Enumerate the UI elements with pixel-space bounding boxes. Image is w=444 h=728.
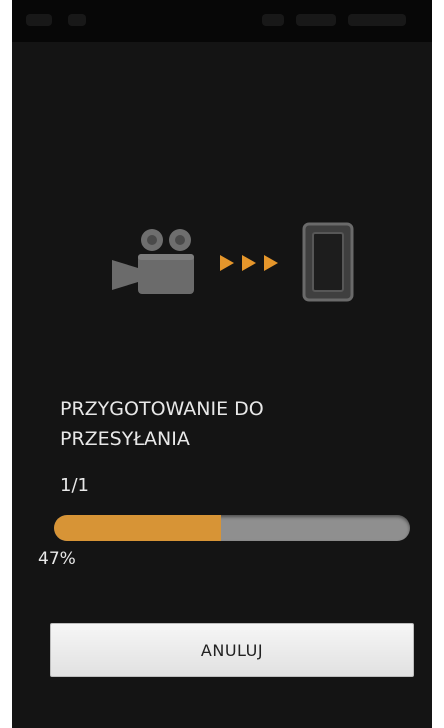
transfer-graphic bbox=[12, 210, 432, 310]
status-bar-blur bbox=[68, 14, 86, 26]
status-line-2: PRZESYŁANIA bbox=[60, 428, 190, 450]
arrows-right-icon bbox=[220, 255, 278, 271]
progress-fill bbox=[54, 515, 222, 541]
cancel-button[interactable]: ANULUJ bbox=[50, 623, 414, 677]
file-count: 1/1 bbox=[60, 475, 89, 496]
camcorder-icon bbox=[112, 229, 194, 294]
smartphone-icon bbox=[302, 222, 354, 302]
status-bar bbox=[12, 0, 432, 42]
progress-percent: 47% bbox=[38, 549, 76, 569]
status-bar-blur bbox=[26, 14, 52, 26]
transfer-status-text: PRZYGOTOWANIE DO PRZESYŁANIA bbox=[60, 394, 400, 454]
cancel-button-label: ANULUJ bbox=[200, 640, 264, 660]
status-line-1: PRZYGOTOWANIE DO bbox=[60, 398, 264, 420]
status-bar-blur bbox=[262, 14, 284, 26]
progress-bar bbox=[54, 515, 410, 541]
status-bar-blur bbox=[348, 14, 406, 26]
app-screen: PRZYGOTOWANIE DO PRZESYŁANIA 1/1 47% ANUL… bbox=[12, 0, 432, 728]
status-bar-blur bbox=[296, 14, 336, 26]
